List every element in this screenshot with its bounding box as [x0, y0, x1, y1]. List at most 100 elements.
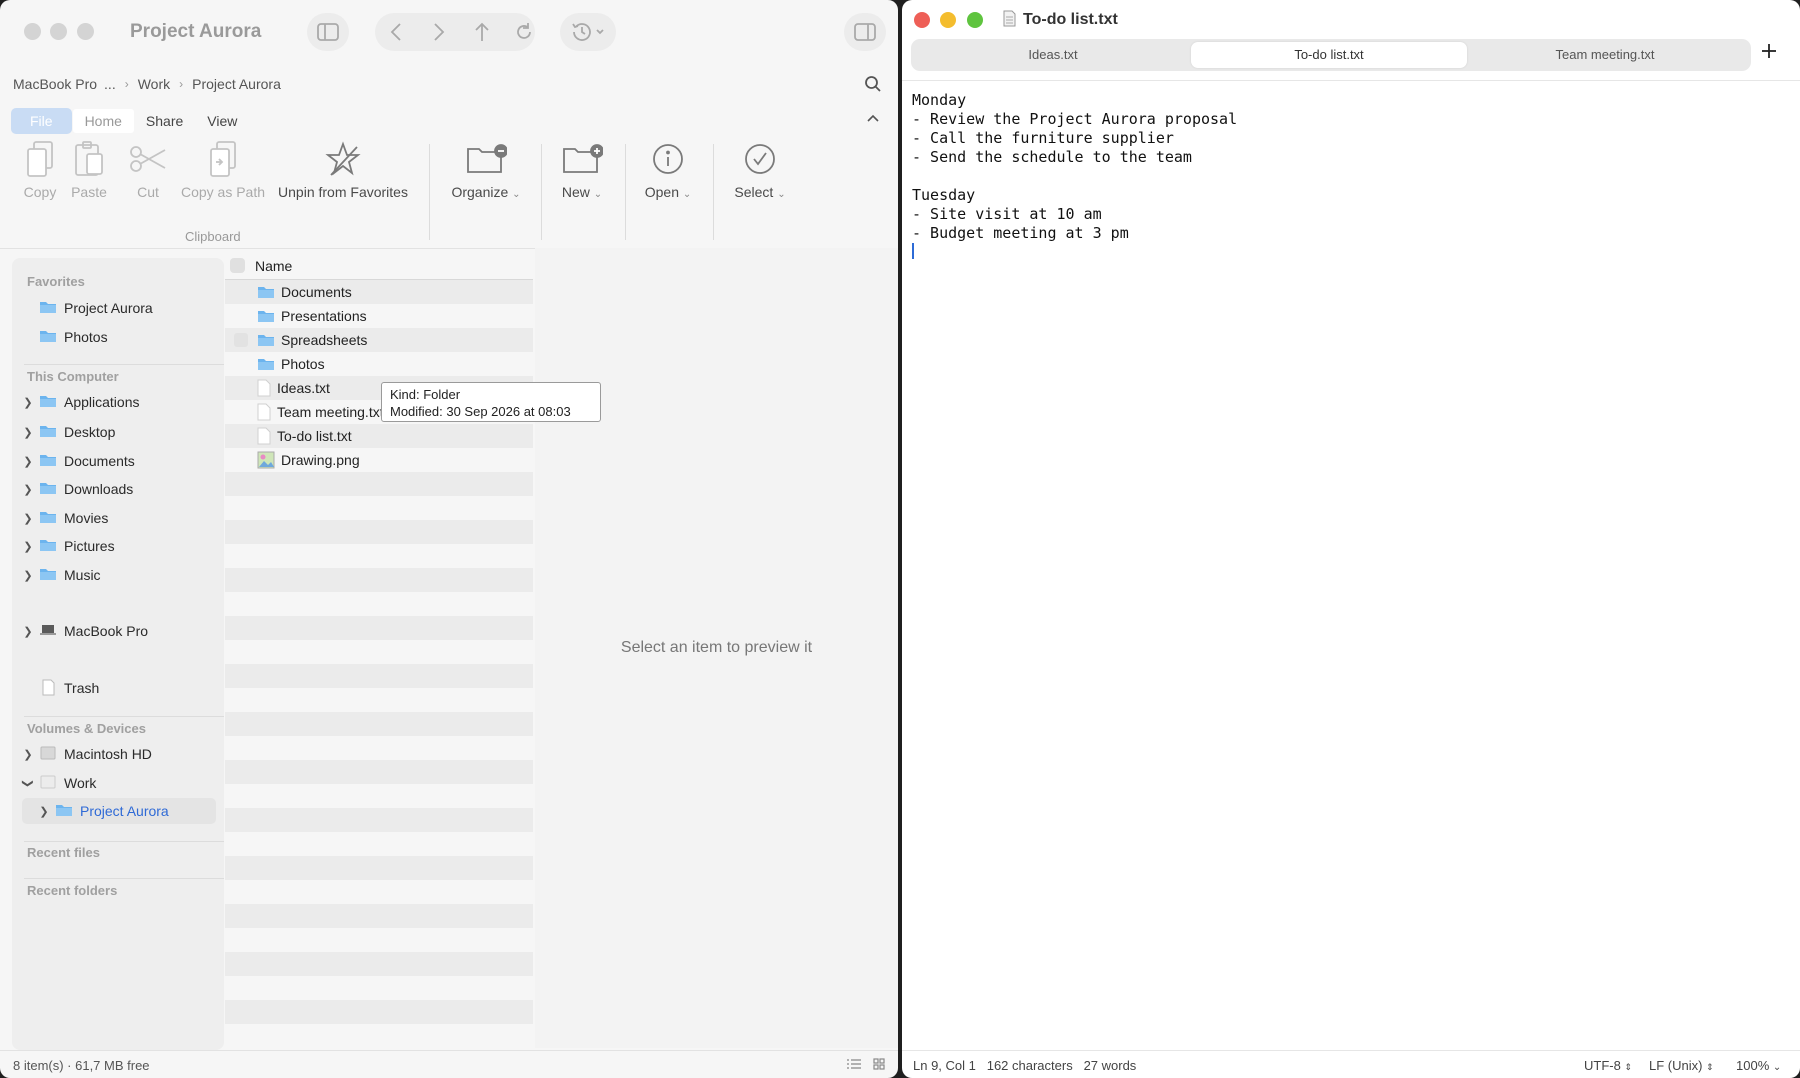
cut-button[interactable]: Cut: [128, 138, 168, 200]
minimize-window-button[interactable]: [50, 23, 67, 40]
list-view-button[interactable]: [847, 1058, 861, 1073]
folder-minus-icon: [467, 144, 507, 173]
text-file-icon: [257, 379, 271, 397]
new-tab-button[interactable]: [1761, 43, 1777, 64]
chevron-right-icon[interactable]: ❯: [20, 455, 36, 468]
word-count: 27 words: [1083, 1058, 1137, 1073]
chevron-right-icon[interactable]: ❯: [20, 396, 36, 409]
chevron-down-icon[interactable]: ❯: [22, 775, 35, 791]
sidebar-item-macintosh-hd[interactable]: ❯ Macintosh HD: [20, 741, 216, 767]
row-checkbox[interactable]: [234, 453, 248, 467]
chevron-right-icon[interactable]: ❯: [20, 483, 36, 496]
minimize-window-button[interactable]: [940, 12, 956, 28]
open-button[interactable]: Open ⌄: [640, 138, 696, 200]
table-row[interactable]: Photos: [225, 352, 533, 376]
breadcrumb-item[interactable]: Work: [138, 76, 170, 92]
row-checkbox[interactable]: [234, 309, 248, 323]
tab-view[interactable]: View: [195, 109, 249, 133]
unpin-from-favorites-button[interactable]: Unpin from Favorites: [277, 138, 409, 200]
select-button[interactable]: Select ⌄: [730, 138, 790, 200]
sidebar-divider: [24, 878, 224, 879]
row-checkbox[interactable]: [234, 285, 248, 299]
history-button[interactable]: [560, 13, 616, 51]
sidebar-item-applications[interactable]: ❯ Applications: [20, 389, 216, 415]
tab-to-do-list[interactable]: To-do list.txt: [1191, 42, 1467, 68]
sidebar-item-trash[interactable]: Trash: [20, 675, 216, 701]
chevron-right-icon[interactable]: ❯: [20, 748, 36, 761]
row-checkbox[interactable]: [234, 381, 248, 395]
sidebar-item-project-aurora-volume[interactable]: ❯ Project Aurora: [22, 798, 216, 824]
breadcrumb-item[interactable]: ...: [104, 76, 116, 92]
text-file-icon: [257, 427, 271, 445]
sidebar-item-pictures[interactable]: ❯ Pictures: [20, 533, 216, 559]
forward-button[interactable]: [420, 13, 458, 51]
tab-file[interactable]: File: [11, 108, 72, 134]
sidebar-item-macbook-pro[interactable]: ❯ MacBook Pro: [20, 618, 216, 644]
chevron-right-icon[interactable]: ❯: [36, 805, 52, 818]
sidebar-item-desktop[interactable]: ❯ Desktop: [20, 419, 216, 445]
sidebar-item-photos[interactable]: Photos: [20, 324, 216, 350]
tab-ideas[interactable]: Ideas.txt: [915, 42, 1191, 68]
zoom-window-button[interactable]: [967, 12, 983, 28]
sidebar: Favorites Project Aurora Photos This Com…: [12, 258, 224, 1050]
zoom-select[interactable]: 100% ⌄: [1736, 1058, 1781, 1073]
sidebar-item-downloads[interactable]: ❯ Downloads: [20, 476, 216, 502]
new-button[interactable]: New ⌄: [555, 138, 609, 200]
sidebar-item-work[interactable]: ❯ Work: [20, 770, 216, 796]
table-row[interactable]: Presentations: [225, 304, 533, 328]
tab-home[interactable]: Home: [72, 109, 134, 133]
collapse-ribbon-button[interactable]: [866, 110, 880, 128]
organize-button[interactable]: Organize ⌄: [446, 138, 526, 200]
tab-team-meeting[interactable]: Team meeting.txt: [1467, 42, 1743, 68]
recent-files-header[interactable]: Recent files: [27, 845, 100, 860]
text-file-icon: [257, 403, 271, 421]
close-window-button[interactable]: [914, 12, 930, 28]
chevron-right-icon[interactable]: ❯: [20, 569, 36, 582]
breadcrumb-item[interactable]: MacBook Pro: [13, 76, 97, 92]
table-row[interactable]: Drawing.png: [225, 448, 533, 472]
table-row[interactable]: To-do list.txt: [225, 424, 533, 448]
name-column-header[interactable]: Name: [255, 258, 292, 274]
file-name: Ideas.txt: [277, 380, 330, 396]
row-checkbox[interactable]: [234, 429, 248, 443]
back-button[interactable]: [377, 13, 415, 51]
preview-pane-toggle-button[interactable]: [844, 13, 886, 51]
zoom-window-button[interactable]: [77, 23, 94, 40]
unpin-label: Unpin from Favorites: [278, 184, 408, 200]
table-row[interactable]: Documents: [225, 280, 533, 304]
sidebar-toggle-button[interactable]: [307, 13, 349, 51]
recent-folders-header[interactable]: Recent folders: [27, 883, 117, 898]
chevron-right-icon[interactable]: ❯: [20, 625, 36, 638]
empty-row: [225, 520, 533, 544]
divider: [902, 80, 1800, 81]
chevron-right-icon[interactable]: ❯: [20, 426, 36, 439]
copy-button[interactable]: Copy: [20, 138, 60, 200]
empty-row: [225, 664, 533, 688]
window-title: To-do list.txt: [1023, 11, 1118, 28]
copy-as-path-button[interactable]: Copy as Path: [180, 138, 266, 200]
text-editor-content[interactable]: Monday - Review the Project Aurora propo…: [912, 91, 1237, 243]
close-window-button[interactable]: [24, 23, 41, 40]
folder-plus-icon: [563, 144, 603, 173]
sidebar-item-project-aurora[interactable]: Project Aurora: [20, 295, 216, 321]
row-checkbox[interactable]: [234, 405, 248, 419]
table-row[interactable]: Spreadsheets: [225, 328, 533, 352]
sidebar-item-documents[interactable]: ❯ Documents: [20, 448, 216, 474]
row-checkbox[interactable]: [234, 333, 248, 347]
chevron-right-icon[interactable]: ❯: [20, 512, 36, 525]
line-endings-select[interactable]: LF (Unix) ⇕: [1649, 1058, 1714, 1073]
select-all-checkbox[interactable]: [230, 258, 245, 273]
grid-view-button[interactable]: [873, 1058, 885, 1073]
paste-button[interactable]: Paste: [69, 138, 109, 200]
row-checkbox[interactable]: [234, 357, 248, 371]
sidebar-item-movies[interactable]: ❯ Movies: [20, 505, 216, 531]
cursor-position: Ln 9, Col 1 162 characters 27 words: [913, 1058, 1137, 1073]
sidebar-item-music[interactable]: ❯ Music: [20, 562, 216, 588]
tab-share[interactable]: Share: [134, 109, 195, 133]
chevron-right-icon[interactable]: ❯: [20, 540, 36, 553]
encoding-select[interactable]: UTF-8 ⇕: [1584, 1058, 1632, 1073]
breadcrumb-item[interactable]: Project Aurora: [192, 76, 281, 92]
up-button[interactable]: [463, 13, 501, 51]
search-button[interactable]: [864, 75, 882, 98]
refresh-button[interactable]: [505, 13, 543, 51]
